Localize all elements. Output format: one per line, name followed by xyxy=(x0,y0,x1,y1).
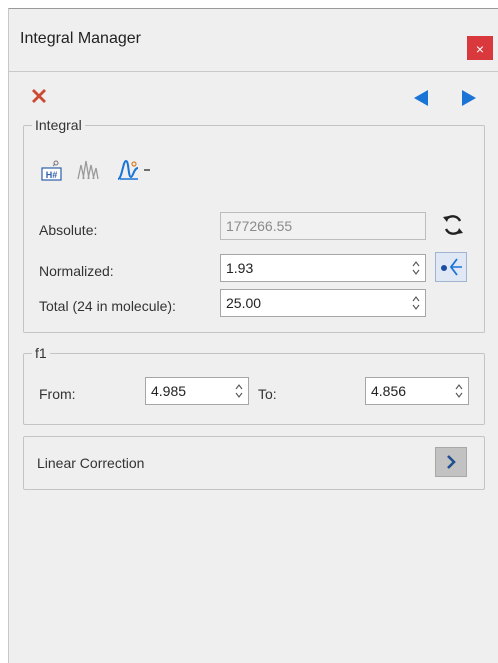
prev-arrow-icon[interactable] xyxy=(411,88,431,108)
absolute-field: 177266.55 xyxy=(220,212,426,240)
integral-manager-panel: Integral Manager × Integral H# Absolute: xyxy=(8,8,498,663)
to-label: To: xyxy=(258,386,277,402)
to-value: 4.856 xyxy=(371,383,407,399)
from-spinner-icon[interactable] xyxy=(234,381,244,401)
integration-mode-icon[interactable] xyxy=(116,158,152,182)
to-spinner-icon[interactable] xyxy=(454,381,464,401)
normalized-input[interactable]: 1.93 xyxy=(220,254,426,282)
chevron-right-icon xyxy=(447,455,456,469)
integral-legend: Integral xyxy=(32,117,85,133)
delete-icon[interactable] xyxy=(29,86,49,106)
from-label: From: xyxy=(39,386,76,402)
from-input[interactable]: 4.985 xyxy=(145,377,249,405)
total-spinner-icon[interactable] xyxy=(411,293,421,313)
close-button[interactable]: × xyxy=(467,36,493,60)
total-value: 25.00 xyxy=(226,295,262,311)
normalized-value: 1.93 xyxy=(226,260,254,276)
normalized-spinner-icon[interactable] xyxy=(411,258,421,278)
integral-group: Integral H# Absolute: 177266.55 Normaliz… xyxy=(23,117,485,333)
refresh-icon[interactable] xyxy=(440,212,466,238)
from-value: 4.985 xyxy=(151,383,187,399)
window-title: Integral Manager xyxy=(20,30,141,47)
title-bar: Integral Manager × xyxy=(9,9,498,72)
f1-legend: f1 xyxy=(32,345,50,361)
total-input[interactable]: 25.00 xyxy=(220,289,426,317)
absolute-label: Absolute: xyxy=(39,222,98,238)
linear-correction-row[interactable]: Linear Correction xyxy=(23,436,485,490)
hash-icon-text: H# xyxy=(46,170,58,180)
to-input[interactable]: 4.856 xyxy=(365,377,469,405)
linear-correction-expand-button[interactable] xyxy=(435,447,467,477)
f1-group: f1 From: 4.985 To: 4.856 xyxy=(23,345,485,425)
total-label: Total (24 in molecule): xyxy=(39,298,176,314)
hash-integral-icon[interactable]: H# xyxy=(41,159,63,181)
multiplet-icon[interactable] xyxy=(76,159,100,181)
linear-correction-label: Linear Correction xyxy=(37,455,145,471)
normalized-label: Normalized: xyxy=(39,263,114,279)
next-arrow-icon[interactable] xyxy=(459,88,479,108)
normalize-peak-icon[interactable] xyxy=(435,252,467,282)
